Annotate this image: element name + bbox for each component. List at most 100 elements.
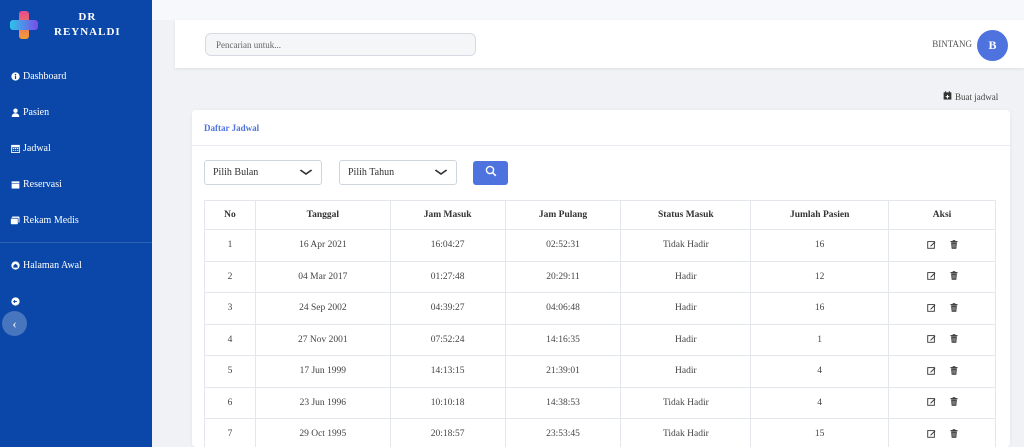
sidebar-item-reservasi[interactable]: Reservasi: [0, 166, 152, 202]
edit-icon[interactable]: [926, 240, 936, 251]
sidebar-item-pasien[interactable]: Pasien: [0, 94, 152, 130]
table-body: 1 16 Apr 2021 16:04:27 02:52:31 Tidak Hadir 1…: [204, 229, 996, 447]
chevron-left-icon: ‹: [12, 315, 17, 331]
year-select[interactable]: Pilih Tahun: [339, 160, 457, 185]
medical-record-icon: [10, 215, 20, 225]
chevron-down-icon: [299, 167, 313, 178]
edit-icon[interactable]: [926, 429, 936, 440]
sidebar: DR REYNALDI Dashboard Pasien Jadwal Rese…: [0, 0, 152, 447]
search-button[interactable]: [473, 160, 508, 185]
table-row[interactable]: 1 16 Apr 2021 16:04:27 02:52:31 Tidak Hadir 1…: [204, 229, 996, 262]
trash-icon[interactable]: [949, 239, 958, 251]
cell-check-out: 14:16:35: [504, 323, 622, 356]
cell-patient-count: 15: [750, 418, 890, 447]
cell-check-out: 21:39:01: [504, 355, 622, 388]
avatar[interactable]: B: [977, 30, 1008, 61]
user-name[interactable]: BINTANG: [932, 39, 972, 49]
logout-icon: [10, 296, 20, 306]
sidebar-item-jadwal[interactable]: Jadwal: [0, 130, 152, 166]
edit-icon[interactable]: [926, 271, 936, 282]
column-header[interactable]: Status Masuk: [620, 200, 752, 230]
table-row[interactable]: 6 23 Jun 1996 10:10:18 14:38:53 Tidak Hadir 4: [204, 386, 996, 419]
cell-actions: [888, 323, 996, 356]
brand-name: DR REYNALDI: [54, 10, 121, 40]
cell-patient-count: 4: [750, 386, 890, 419]
sidebar-item-rekam-medis[interactable]: Rekam Medis: [0, 202, 152, 238]
search-input[interactable]: [205, 33, 476, 56]
trash-icon[interactable]: [949, 397, 958, 408]
cell-date: 17 Jun 1999: [254, 355, 391, 388]
cell-status: Hadir: [620, 260, 752, 293]
edit-icon[interactable]: [926, 397, 936, 408]
sidebar-item-halaman-awal[interactable]: Halaman Awal: [0, 247, 152, 283]
cell-check-in: 07:52:24: [389, 323, 506, 356]
cell-status: Tidak Hadir: [620, 229, 752, 262]
cell-no: 1: [204, 229, 256, 262]
edit-icon[interactable]: [926, 334, 936, 345]
cell-no: 4: [204, 323, 256, 356]
sidebar-item-label: Rekam Medis: [23, 214, 79, 226]
edit-icon[interactable]: [926, 366, 936, 377]
brand[interactable]: DR REYNALDI: [0, 0, 152, 50]
cell-check-out: 23:53:45: [504, 418, 622, 447]
cell-date: 16 Apr 2021: [254, 229, 391, 262]
table-row[interactable]: 2 04 Mar 2017 01:27:48 20:29:11 Hadir 12: [204, 260, 996, 293]
column-header[interactable]: Tanggal: [254, 200, 391, 230]
cell-check-in: 01:27:48: [389, 260, 506, 293]
trash-icon[interactable]: [949, 302, 958, 314]
cell-date: 04 Mar 2017: [254, 260, 391, 293]
sidebar-divider: [0, 242, 152, 243]
cell-no: 6: [204, 386, 256, 419]
cell-check-out: 04:06:48: [504, 292, 622, 325]
brand-line-2: REYNALDI: [54, 26, 121, 38]
cell-check-out: 14:38:53: [504, 386, 622, 419]
column-header[interactable]: No: [204, 200, 256, 230]
table-row[interactable]: 3 24 Sep 2002 04:39:27 04:06:48 Hadir 16: [204, 292, 996, 325]
cell-actions: [888, 355, 996, 388]
sidebar-nav: Dashboard Pasien Jadwal Reservasi Rekam …: [0, 58, 152, 319]
user-icon: [10, 107, 20, 117]
table-row[interactable]: 4 27 Nov 2001 07:52:24 14:16:35 Hadir 1: [204, 323, 996, 356]
brand-line-1: DR: [78, 11, 97, 23]
column-header[interactable]: Jam Pulang: [504, 200, 622, 230]
sidebar-item-label: Dashboard: [23, 70, 67, 82]
cell-status: Hadir: [620, 323, 752, 356]
month-select-value: Pilih Bulan: [213, 167, 259, 178]
table-row[interactable]: 5 17 Jun 1999 14:13:15 21:39:01 Hadir 4: [204, 355, 996, 388]
home-circle-icon: [10, 260, 20, 270]
cell-actions: [888, 386, 996, 419]
create-schedule-button[interactable]: Buat jadwal: [943, 91, 998, 102]
topbar: BINTANG B: [175, 20, 1024, 68]
sidebar-collapse-button[interactable]: ‹: [2, 311, 27, 336]
year-select-value: Pilih Tahun: [348, 167, 395, 178]
month-select[interactable]: Pilih Bulan: [204, 160, 322, 185]
schedule-table: No Tanggal Jam Masuk Jam Pulang Status M…: [204, 200, 996, 447]
calendar-fill-icon: [10, 179, 20, 189]
cell-no: 5: [204, 355, 256, 388]
cell-patient-count: 16: [750, 229, 890, 262]
trash-icon[interactable]: [949, 271, 958, 282]
cell-no: 7: [204, 418, 256, 447]
table-header-row: No Tanggal Jam Masuk Jam Pulang Status M…: [204, 200, 996, 230]
cell-actions: [888, 292, 996, 325]
trash-icon[interactable]: [949, 365, 958, 377]
cell-status: Tidak Hadir: [620, 386, 752, 419]
cell-actions: [888, 418, 996, 447]
column-header: Aksi: [888, 200, 996, 230]
trash-icon[interactable]: [949, 428, 958, 440]
column-header[interactable]: Jam Masuk: [389, 200, 506, 230]
cell-status: Tidak Hadir: [620, 418, 752, 447]
edit-icon[interactable]: [926, 303, 936, 314]
top-strip: [152, 0, 1024, 20]
filter-bar: Pilih Bulan Pilih Tahun: [204, 160, 508, 185]
chevron-down-icon: [434, 167, 448, 178]
schedule-card: Daftar Jadwal Pilih Bulan Pilih Tahun No: [192, 110, 1010, 447]
info-circle-icon: [10, 71, 20, 81]
cell-patient-count: 16: [750, 292, 890, 325]
column-header[interactable]: Jumlah Pasien: [750, 200, 890, 230]
sidebar-item-label: Jadwal: [23, 142, 51, 154]
table-row[interactable]: 7 29 Oct 1995 20:18:57 23:53:45 Tidak Hadir 1…: [204, 418, 996, 447]
sidebar-item-dashboard[interactable]: Dashboard: [0, 58, 152, 94]
trash-icon[interactable]: [949, 334, 958, 345]
card-title: Daftar Jadwal: [192, 110, 1010, 146]
